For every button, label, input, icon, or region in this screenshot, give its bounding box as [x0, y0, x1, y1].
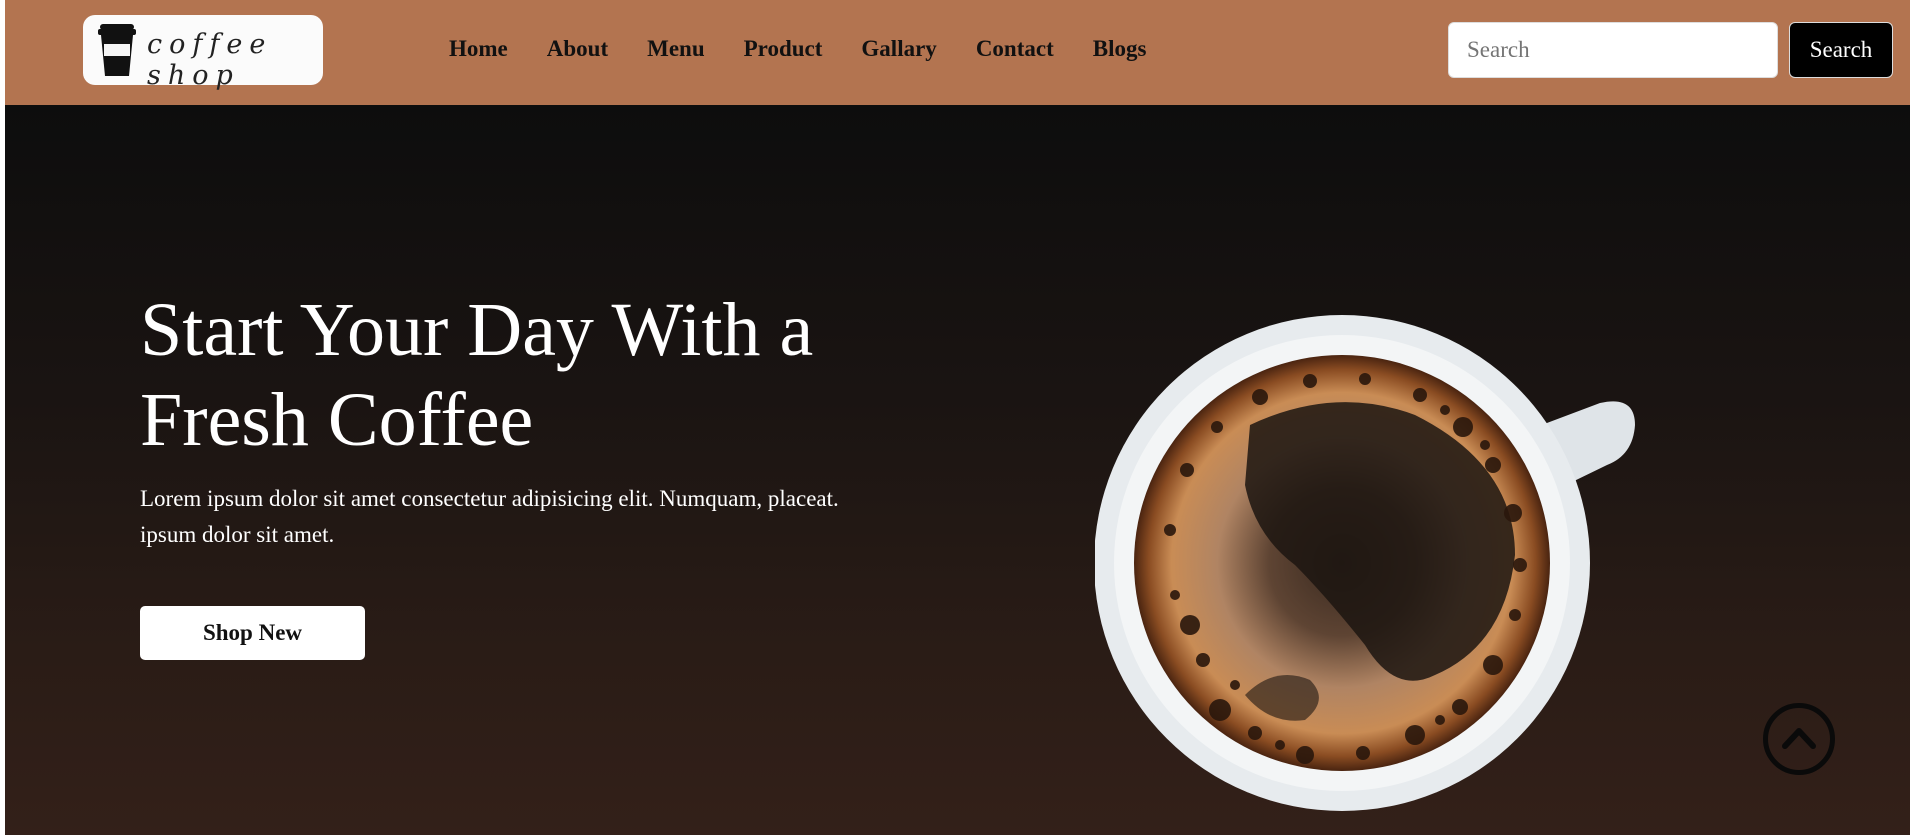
nav-link-product[interactable]: Product — [744, 36, 823, 62]
main-nav: Home About Menu Product Gallary Contact … — [449, 36, 1146, 62]
hero-title: Start Your Day With a Fresh Coffee — [140, 288, 814, 462]
logo-text: coffee shop — [147, 29, 273, 91]
nav-link-gallary[interactable]: Gallary — [861, 36, 936, 62]
hero-section: Start Your Day With a Fresh Coffee Lorem… — [5, 105, 1910, 835]
coffee-cup-image — [1095, 315, 1635, 811]
nav-link-about[interactable]: About — [547, 36, 608, 62]
search-button[interactable]: Search — [1789, 22, 1893, 78]
window-edge-right — [1910, 0, 1922, 835]
nav-link-menu[interactable]: Menu — [647, 36, 705, 62]
search-input[interactable] — [1448, 22, 1778, 78]
nav-link-contact[interactable]: Contact — [976, 36, 1054, 62]
nav-link-blogs[interactable]: Blogs — [1093, 36, 1147, 62]
shop-new-button[interactable]: Shop New — [140, 606, 365, 660]
scroll-to-top-button[interactable] — [1763, 703, 1835, 775]
nav-link-home[interactable]: Home — [449, 36, 508, 62]
navbar: coffee shop Home About Menu Product Gall… — [5, 0, 1910, 105]
logo[interactable]: coffee shop — [83, 15, 323, 91]
hero-description: Lorem ipsum dolor sit amet consectetur a… — [140, 486, 839, 547]
chevron-up-icon — [1782, 728, 1816, 749]
coffee-cup-icon — [98, 24, 136, 76]
